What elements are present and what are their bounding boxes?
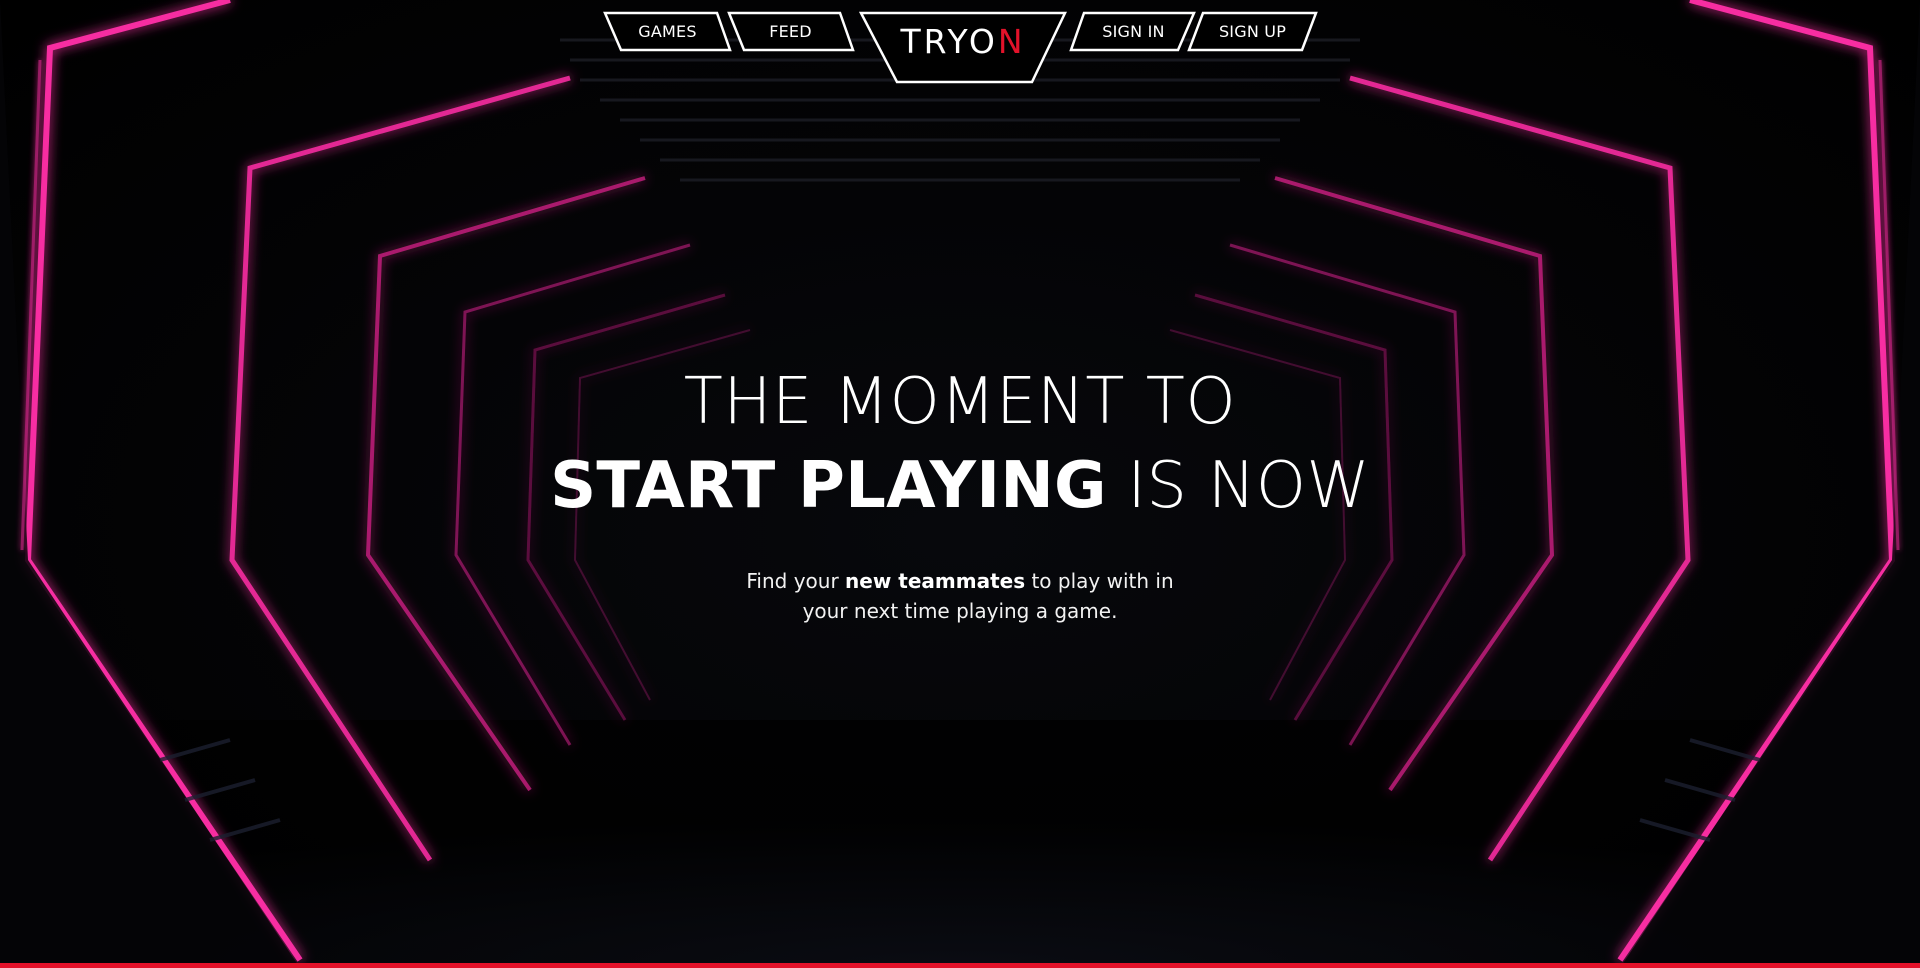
logo-accent-letter: N bbox=[997, 21, 1026, 61]
hero-headline-line-1: THE MOMENT TO bbox=[683, 365, 1237, 439]
hero-subtext-bold: new teammates bbox=[845, 569, 1026, 593]
landing-page: GAMES FEED TRYON SIGN IN SIGN UP THE MOM… bbox=[0, 0, 1920, 968]
hero-subtext-line-2: your next time playing a game. bbox=[802, 599, 1118, 623]
hero-headline-bold: START PLAYING bbox=[550, 449, 1107, 523]
tryon-logo[interactable]: TRYON bbox=[860, 12, 1066, 82]
hero-subtext-line-1: Find your new teammates to play with in bbox=[0, 566, 1920, 596]
bottom-accent-bar bbox=[0, 963, 1920, 968]
nav-sign-up-link[interactable]: SIGN UP bbox=[1189, 13, 1316, 49]
top-navigation: GAMES FEED TRYON SIGN IN SIGN UP bbox=[0, 0, 1920, 90]
hero-subtext-part-2: to play with in bbox=[1025, 569, 1174, 593]
hero-subtext-part-1: Find your bbox=[746, 569, 846, 593]
nav-feed-link[interactable]: FEED bbox=[728, 13, 853, 49]
nav-sign-in-link[interactable]: SIGN IN bbox=[1071, 13, 1196, 49]
hero-headline-light: IS NOW bbox=[1106, 449, 1370, 523]
hero-section: THE MOMENT TO START PLAYING IS NOW Find … bbox=[0, 360, 1920, 626]
hero-headline-line-2: START PLAYING IS NOW bbox=[0, 444, 1920, 528]
nav-games-link[interactable]: GAMES bbox=[605, 13, 730, 49]
logo-text: TRYON bbox=[901, 22, 1026, 61]
logo-text-main: TRYO bbox=[900, 21, 998, 61]
hero-subtext: Find your new teammates to play with in … bbox=[0, 566, 1920, 626]
